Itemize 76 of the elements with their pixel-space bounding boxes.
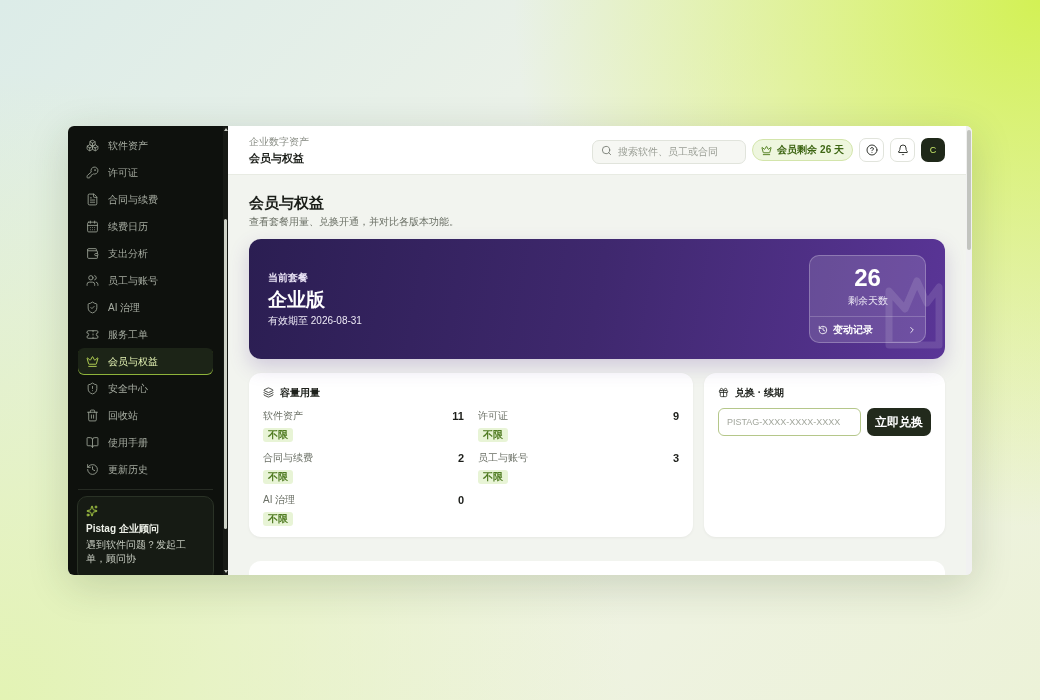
sidebar-item[interactable]: 会员与权益 — [78, 348, 213, 375]
plan-name: 企业版 — [268, 288, 326, 312]
usage-value: 9 — [672, 409, 679, 423]
limit-tag: 不限 — [263, 470, 293, 484]
wallet-icon — [86, 247, 99, 260]
sidebar-item[interactable]: 许可证 — [78, 159, 213, 186]
advisor-title: Pistag 企业顾问 — [86, 522, 160, 535]
crown-icon — [761, 144, 773, 156]
shield-alert-icon — [86, 382, 99, 395]
days-left-label: 剩余天数 — [847, 294, 888, 307]
scroll-up-icon[interactable] — [223, 128, 228, 131]
search-field[interactable]: 搜索软件、员工或合同 — [592, 139, 747, 164]
calendar-icon — [86, 220, 99, 233]
code-input[interactable]: PISTAG-XXXX-XXXX-XXXX — [718, 408, 861, 436]
scrollbar-thumb[interactable] — [224, 219, 227, 529]
bell-icon — [896, 144, 909, 156]
redeem-title: 兑换 · 续期 — [735, 386, 784, 399]
page-title: 会员与权益 — [249, 193, 325, 213]
page-subtitle: 查看套餐用量、兑换开通，并对比各版本功能。 — [249, 215, 460, 229]
limit-tag: 不限 — [263, 512, 293, 526]
users-icon — [86, 274, 99, 287]
usage-label: 软件资产 — [263, 409, 303, 423]
limit-tag: 不限 — [478, 470, 508, 484]
sidebar-item[interactable]: 回收站 — [78, 402, 213, 429]
usage-label: 合同与续费 — [263, 451, 313, 465]
gift-icon — [718, 387, 729, 398]
help-icon — [865, 144, 878, 156]
sidebar-item[interactable]: 合同与续费 — [78, 186, 213, 213]
boxes-icon — [86, 139, 99, 152]
usage-label: 员工与账号 — [478, 451, 528, 465]
days-left-number: 26 — [854, 265, 881, 291]
limit-tag: 不限 — [263, 428, 293, 442]
layers-icon — [263, 387, 274, 398]
sidebar-item[interactable]: 软件资产 — [78, 132, 213, 159]
scrollbar-thumb[interactable] — [967, 130, 971, 250]
sparkles-icon — [86, 505, 98, 517]
advisor-text: 遇到软件问题？发起工单，顾问协 — [86, 538, 187, 566]
sidebar-item[interactable]: AI 治理 — [78, 294, 213, 321]
usage-label: 许可证 — [478, 409, 508, 423]
usage-value: 2 — [457, 451, 464, 465]
help-button[interactable] — [859, 138, 884, 162]
usage-value: 0 — [457, 493, 464, 507]
sidebar-item[interactable]: 员工与账号 — [78, 267, 213, 294]
scroll-down-icon[interactable] — [223, 570, 228, 573]
usage-value: 3 — [672, 451, 679, 465]
crown-icon — [86, 355, 99, 368]
limit-tag: 不限 — [478, 428, 508, 442]
header-title: 会员与权益 — [249, 150, 305, 166]
history-icon — [86, 463, 99, 476]
document-icon — [86, 193, 99, 206]
sidebar-item[interactable]: 使用手册 — [78, 429, 213, 456]
plan-label: 当前套餐 — [268, 271, 309, 284]
sidebar-item[interactable]: 服务工单 — [78, 321, 213, 348]
chevron-right-icon — [907, 324, 917, 335]
sidebar-item[interactable]: 安全中心 — [78, 375, 213, 402]
history-link[interactable]: 变动记录 — [810, 316, 925, 342]
history-icon — [818, 324, 828, 335]
shield-check-icon — [86, 301, 99, 314]
trash-icon — [86, 409, 99, 422]
avatar[interactable]: C — [921, 138, 945, 162]
sidebar-item[interactable]: 支出分析 — [78, 240, 213, 267]
book-icon — [86, 436, 99, 449]
usage-value: 11 — [452, 409, 464, 423]
breadcrumb: 企业数字资产 — [249, 134, 309, 149]
membership-text: 会员剩余 26 天 — [777, 145, 844, 155]
plan-validity: 有效期至 2026-08-31 — [268, 314, 362, 327]
sidebar-item[interactable]: 续费日历 — [78, 213, 213, 240]
key-icon — [86, 166, 99, 179]
usage-title: 容量用量 — [280, 386, 320, 399]
notifications-button[interactable] — [890, 138, 915, 162]
ticket-icon — [86, 328, 99, 341]
membership-badge[interactable]: 会员剩余 26 天 — [752, 139, 853, 161]
redeem-button[interactable]: 立即兑换 — [867, 408, 931, 436]
search-icon — [601, 144, 613, 156]
sidebar-item[interactable]: 更新历史 — [78, 456, 213, 483]
usage-label: AI 治理 — [263, 493, 296, 507]
